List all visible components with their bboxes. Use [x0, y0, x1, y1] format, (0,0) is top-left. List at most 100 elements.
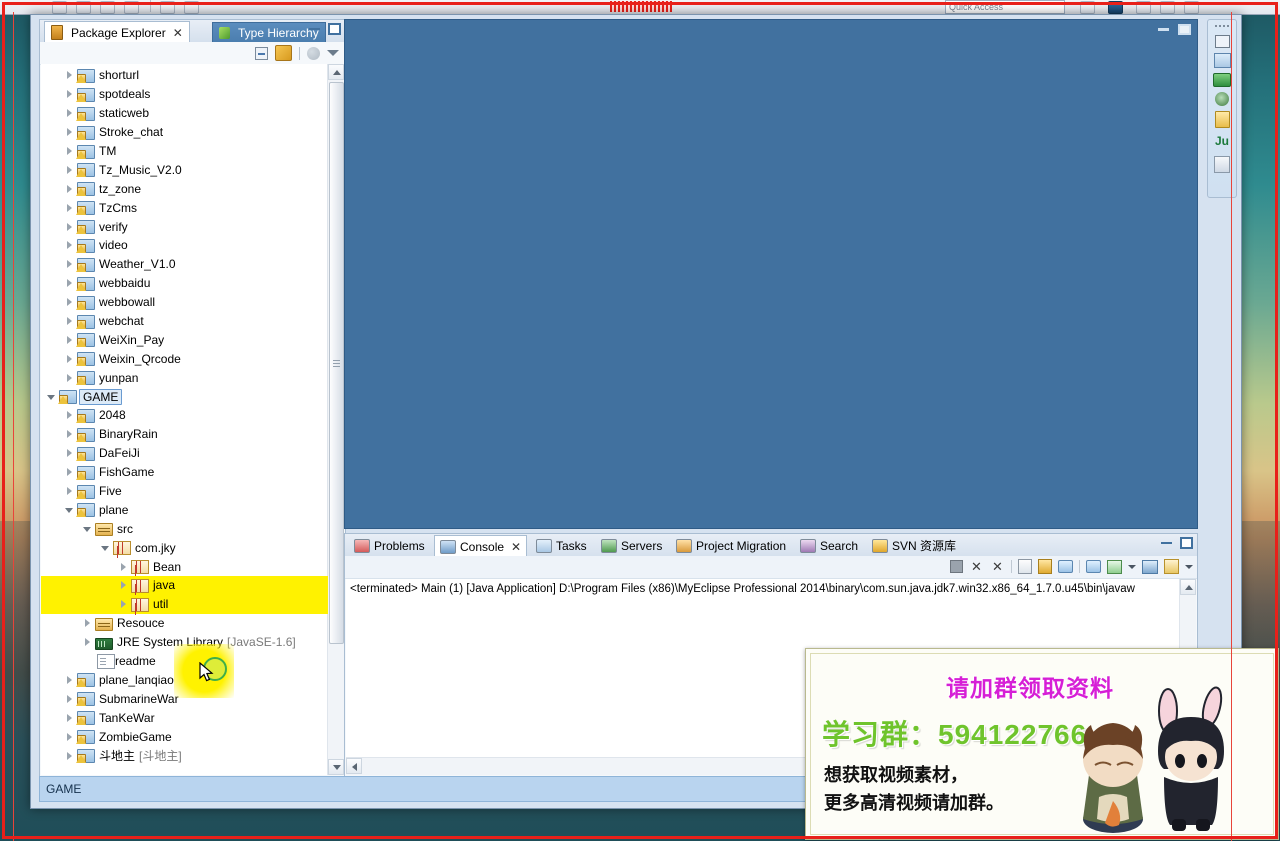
- scroll-down-button[interactable]: [328, 759, 344, 775]
- expand-arrow-icon[interactable]: [65, 335, 75, 345]
- maximize-console-button[interactable]: [1180, 537, 1193, 549]
- toolbar-icon-print[interactable]: [100, 1, 115, 14]
- drag-handle[interactable]: [1215, 23, 1229, 28]
- tree-item[interactable]: readme: [41, 652, 328, 671]
- tree-item[interactable]: ZombieGame: [41, 727, 328, 746]
- tree-item[interactable]: video: [41, 236, 328, 255]
- editor-area[interactable]: [344, 19, 1198, 529]
- tree-item[interactable]: 斗地主 [斗地主]: [41, 746, 328, 765]
- expand-arrow-icon[interactable]: [65, 448, 75, 458]
- tree-item[interactable]: com.jky: [41, 538, 328, 557]
- expand-arrow-icon[interactable]: [83, 637, 93, 647]
- close-icon[interactable]: ✕: [511, 537, 521, 557]
- expand-arrow-icon[interactable]: [65, 146, 75, 156]
- toolbar-icon-build[interactable]: [124, 1, 139, 14]
- pin-console-icon[interactable]: [1086, 560, 1101, 573]
- tree-item[interactable]: Resouce: [41, 614, 328, 633]
- tree-item[interactable]: webchat: [41, 312, 328, 331]
- task-list-icon[interactable]: [1214, 111, 1230, 128]
- expand-arrow-icon[interactable]: [65, 89, 75, 99]
- tab-servers[interactable]: Servers: [596, 536, 667, 556]
- tree-item[interactable]: FishGame: [41, 463, 328, 482]
- outline-icon[interactable]: [1213, 53, 1231, 68]
- expand-arrow-icon[interactable]: [65, 675, 75, 685]
- collapse-arrow-icon[interactable]: [65, 505, 75, 515]
- remove-launch-icon[interactable]: ✕: [969, 560, 984, 574]
- expand-arrow-icon[interactable]: [83, 618, 93, 628]
- collapse-all-icon[interactable]: [255, 46, 268, 60]
- expand-arrow-icon[interactable]: [65, 259, 75, 269]
- tree-item[interactable]: TanKeWar: [41, 708, 328, 727]
- tab-svn-资源库[interactable]: SVN 资源库: [867, 536, 961, 556]
- collapse-arrow-icon[interactable]: [47, 392, 57, 402]
- expand-arrow-icon[interactable]: [65, 429, 75, 439]
- collapse-arrow-icon[interactable]: [83, 524, 93, 534]
- expand-arrow-icon[interactable]: [65, 222, 75, 232]
- expand-arrow-icon[interactable]: [65, 278, 75, 288]
- toolbar-icon-run[interactable]: [160, 1, 175, 14]
- tree-item[interactable]: JRE System Library [JavaSE-1.6]: [41, 633, 328, 652]
- quick-access-input[interactable]: Quick Access: [945, 0, 1065, 14]
- tree-item[interactable]: Five: [41, 482, 328, 501]
- word-wrap-icon[interactable]: [1058, 560, 1073, 573]
- tree-item[interactable]: Weather_V1.0: [41, 255, 328, 274]
- tree-item[interactable]: TzCms: [41, 198, 328, 217]
- expand-arrow-icon[interactable]: [65, 486, 75, 496]
- tree-item[interactable]: 2048: [41, 406, 328, 425]
- maximize-view-button[interactable]: [328, 23, 341, 35]
- tree-scrollbar[interactable]: [327, 64, 344, 775]
- scroll-left-button[interactable]: [346, 758, 362, 774]
- expand-arrow-icon[interactable]: [65, 127, 75, 137]
- debug-icon[interactable]: [1215, 92, 1229, 106]
- tree-item[interactable]: Bean: [41, 557, 328, 576]
- toolbar-icon-debug[interactable]: [184, 1, 199, 14]
- project-tree[interactable]: shorturl spotdeals staticweb Stroke_chat TM T…: [41, 64, 328, 775]
- expand-arrow-icon[interactable]: [65, 354, 75, 364]
- expand-arrow-icon[interactable]: [65, 165, 75, 175]
- expand-arrow-icon[interactable]: [65, 240, 75, 250]
- toolbar-icon-perspective-debug[interactable]: [1160, 1, 1175, 14]
- terminate-icon[interactable]: [950, 560, 963, 573]
- tree-item[interactable]: plane: [41, 500, 328, 519]
- tree-item[interactable]: webbowall: [41, 293, 328, 312]
- snippets-icon[interactable]: [1214, 156, 1230, 173]
- link-with-editor-icon[interactable]: [275, 45, 292, 61]
- tree-item[interactable]: staticweb: [41, 104, 328, 123]
- expand-arrow-icon[interactable]: [65, 410, 75, 420]
- tree-item[interactable]: Tz_Music_V2.0: [41, 160, 328, 179]
- promo-overlay[interactable]: 请加群领取资料 学习群：594122766 想获取视频素材， 更多高清视频请加群…: [805, 648, 1279, 840]
- collapse-arrow-icon[interactable]: [101, 543, 111, 553]
- expand-arrow-icon[interactable]: [65, 70, 75, 80]
- minimize-console-button[interactable]: [1160, 536, 1175, 550]
- scroll-up-button[interactable]: [328, 64, 344, 80]
- open-console-icon[interactable]: [1164, 559, 1179, 574]
- tree-item[interactable]: SubmarineWar: [41, 689, 328, 708]
- filter-icon[interactable]: [307, 46, 320, 60]
- expand-arrow-icon[interactable]: [65, 713, 75, 723]
- toolbar-icon-perspective-more[interactable]: [1184, 1, 1199, 14]
- tree-item[interactable]: java: [41, 576, 328, 595]
- tree-item[interactable]: util: [41, 594, 328, 614]
- tree-item[interactable]: WeiXin_Pay: [41, 330, 328, 349]
- close-icon[interactable]: ✕: [173, 23, 183, 43]
- tree-item[interactable]: spotdeals: [41, 85, 328, 104]
- new-console-view-icon[interactable]: [1107, 559, 1122, 574]
- expand-arrow-icon[interactable]: [65, 694, 75, 704]
- restore-icon[interactable]: [1214, 35, 1230, 48]
- expand-arrow-icon[interactable]: [119, 599, 129, 609]
- view-menu-icon[interactable]: [327, 46, 339, 60]
- scroll-lock-icon[interactable]: [1038, 559, 1052, 574]
- expand-arrow-icon[interactable]: [65, 732, 75, 742]
- tab-console[interactable]: Console ✕: [434, 535, 528, 557]
- tree-item[interactable]: DaFeiJi: [41, 444, 328, 463]
- tree-item[interactable]: BinaryRain: [41, 425, 328, 444]
- tree-item[interactable]: tz_zone: [41, 179, 328, 198]
- expand-arrow-icon[interactable]: [119, 580, 129, 590]
- tree-item[interactable]: shorturl: [41, 66, 328, 85]
- tab-search[interactable]: Search: [795, 536, 863, 556]
- minimize-editor-button[interactable]: [1157, 24, 1170, 35]
- tab-package-explorer[interactable]: Package Explorer ✕: [44, 21, 190, 43]
- tree-item[interactable]: webbaidu: [41, 274, 328, 293]
- display-console-icon[interactable]: [1142, 559, 1158, 574]
- expand-arrow-icon[interactable]: [65, 203, 75, 213]
